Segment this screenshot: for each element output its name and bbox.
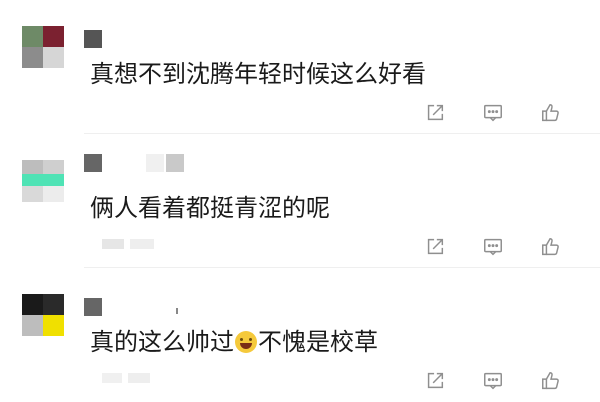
comment-actions bbox=[406, 234, 580, 260]
share-button[interactable] bbox=[406, 100, 464, 126]
comment-text: 俩人看着都挺青涩的呢 bbox=[90, 194, 330, 222]
like-button[interactable] bbox=[522, 368, 580, 394]
avatar[interactable] bbox=[22, 294, 64, 336]
comment-text-part: 真的这么帅过 bbox=[90, 328, 234, 356]
comment-actions bbox=[406, 368, 580, 394]
comment-actions bbox=[406, 100, 580, 126]
comment-text: 真想不到沈腾年轻时候这么好看 bbox=[90, 60, 426, 88]
like-button[interactable] bbox=[522, 234, 580, 260]
comment-icon bbox=[484, 238, 502, 256]
thumbs-up-icon bbox=[542, 238, 559, 256]
avatar[interactable] bbox=[22, 26, 64, 68]
share-button[interactable] bbox=[406, 234, 464, 260]
like-button[interactable] bbox=[522, 100, 580, 126]
laughing-emoji-icon bbox=[235, 331, 257, 353]
share-icon bbox=[427, 104, 444, 121]
avatar[interactable] bbox=[22, 160, 64, 202]
share-button[interactable] bbox=[406, 368, 464, 394]
comment-icon bbox=[484, 372, 502, 390]
comment-item: 真想不到沈腾年轻时候这么好看 bbox=[0, 0, 600, 134]
reply-button[interactable] bbox=[464, 234, 522, 260]
comment-text-part: 不愧是校草 bbox=[258, 328, 378, 356]
reply-button[interactable] bbox=[464, 368, 522, 394]
comment-item: 俩人看着都挺青涩的呢 bbox=[0, 134, 600, 268]
thumbs-up-icon bbox=[542, 104, 559, 122]
reply-button[interactable] bbox=[464, 100, 522, 126]
thumbs-up-icon bbox=[542, 372, 559, 390]
share-icon bbox=[427, 372, 444, 389]
share-icon bbox=[427, 238, 444, 255]
comment-icon bbox=[484, 104, 502, 122]
comment-item: 真的这么帅过 不愧是校草 bbox=[0, 268, 600, 402]
comment-text: 真的这么帅过 不愧是校草 bbox=[90, 328, 378, 356]
